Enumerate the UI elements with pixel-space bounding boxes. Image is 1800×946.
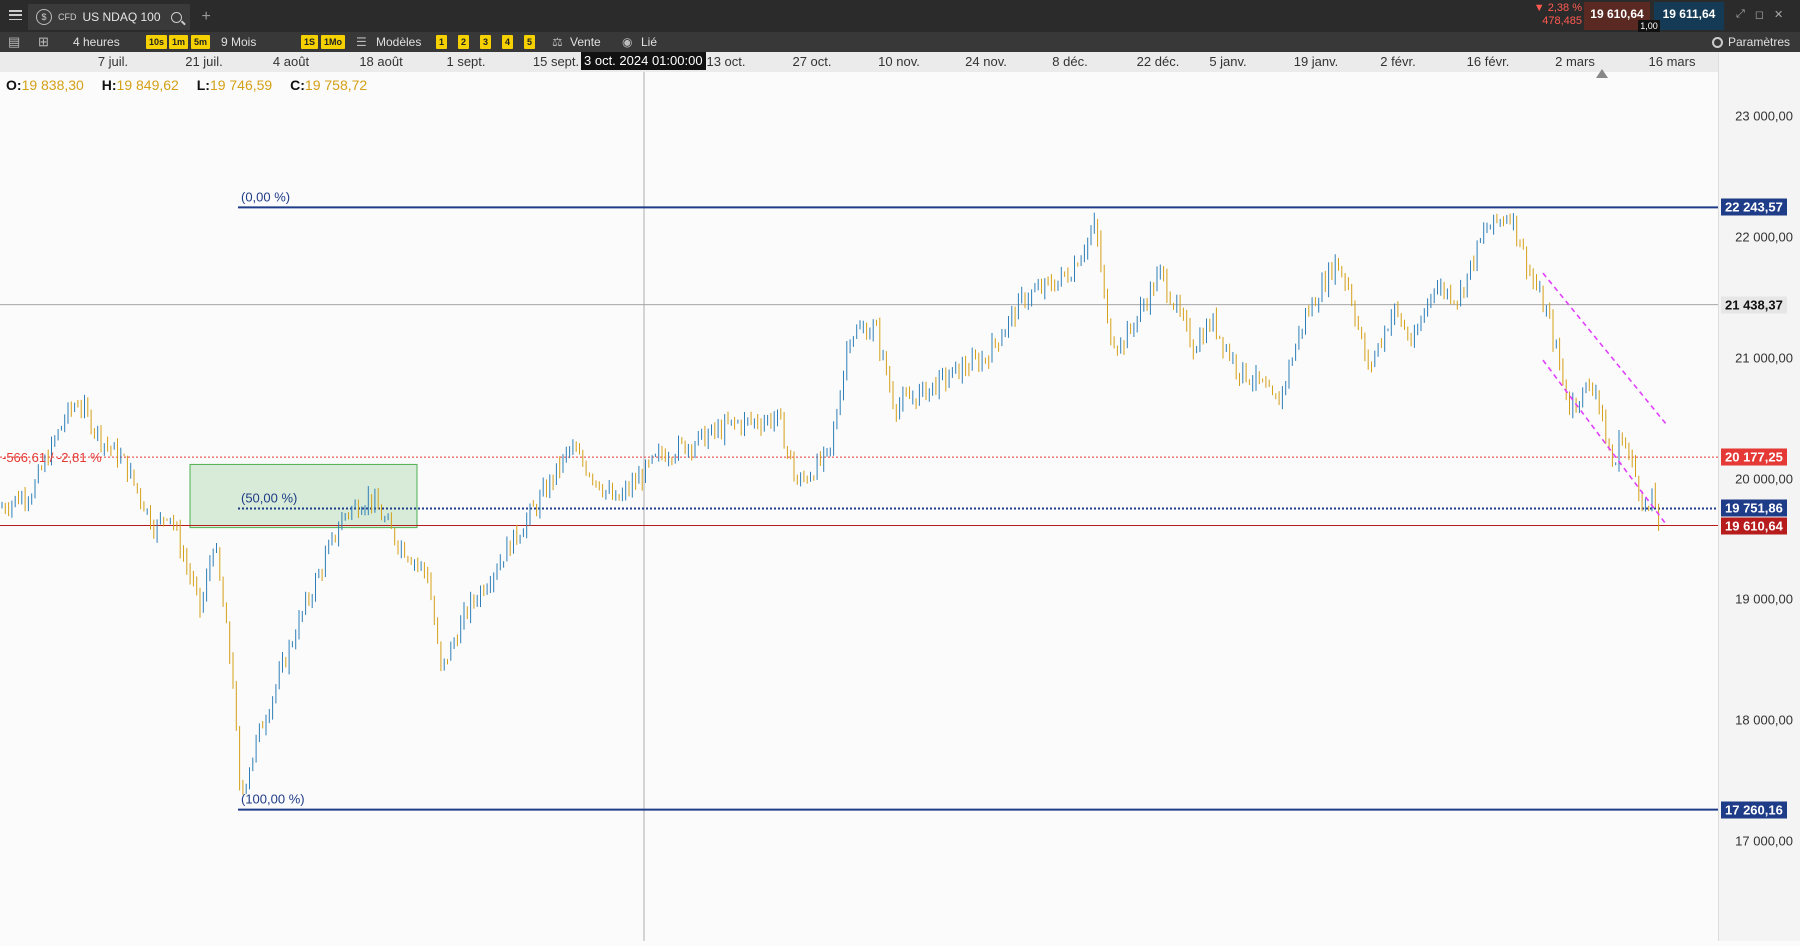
instrument-tab[interactable]: $ CFD US NDAQ 100 [28, 4, 190, 30]
date-tick-label: 2 mars [1555, 54, 1595, 69]
settings-button[interactable]: Paramètres [1712, 32, 1790, 52]
price-tick-label: 22 000,00 [1735, 229, 1793, 245]
price-tick-label: 21 000,00 [1735, 350, 1793, 366]
buy-price-button[interactable]: 19 611,64 [1654, 2, 1724, 30]
interval-5m[interactable]: 5m [191, 35, 211, 49]
layout-3[interactable]: 3 [480, 35, 492, 49]
detach-icon[interactable]: ⤢ [1736, 8, 1745, 21]
sell-mode-button[interactable]: Vente [570, 32, 601, 52]
search-icon[interactable] [170, 11, 182, 23]
layout-1[interactable]: 1 [436, 35, 448, 49]
date-tick-label: 24 nov. [965, 54, 1007, 69]
alert-price-tag: 20 177,25 [1721, 448, 1787, 466]
date-tick-label: 2 févr. [1380, 54, 1416, 69]
date-tick-label: 13 oct. [706, 54, 746, 69]
window-controls: ⤢ ◻ ✕ [1736, 8, 1783, 21]
linked-button[interactable]: Lié [641, 32, 657, 52]
templates-button[interactable]: Modèles [376, 32, 421, 52]
date-axis[interactable]: 7 juil. 21 juil. 4 août 18 août 1 sept. 15 se… [0, 52, 1718, 72]
date-tick-label: 16 févr. [1466, 54, 1510, 69]
range-1s[interactable]: 1S [301, 35, 319, 49]
date-tick-label: 27 oct. [792, 54, 832, 69]
price-tick-label: 20 000,00 [1735, 471, 1793, 486]
instrument-name: US NDAQ 100 [82, 10, 161, 24]
fib-label-50: (50,00 %) [241, 490, 297, 505]
channel-line-1 [1542, 272, 1667, 425]
interval-10s[interactable]: 10s [146, 35, 168, 49]
panel-icon[interactable]: ▤ [8, 32, 20, 52]
maximize-icon[interactable]: ◻ [1755, 8, 1764, 21]
layout-icon[interactable]: ⊞ [38, 32, 49, 52]
cfd-badge: CFD [58, 12, 77, 22]
date-tick-label: 10 nov. [878, 54, 920, 69]
menu-icon[interactable] [9, 10, 22, 20]
range-select[interactable]: 9 Mois [221, 32, 256, 52]
price-axis[interactable]: 23 000,00 22 000,00 21 000,00 20 000,00 19 0… [1718, 52, 1800, 941]
layout-2[interactable]: 2 [458, 35, 470, 49]
fib-high-tag: 22 243,57 [1721, 198, 1787, 216]
date-tick-label: 1 sept. [446, 54, 486, 69]
price-tick-label: 23 000,00 [1735, 108, 1793, 124]
date-tick-label: 8 déc. [1052, 54, 1088, 69]
crosshair-price-tag: 21 438,37 [1721, 296, 1787, 314]
change-pct: ▼ 2,38 % [1533, 2, 1582, 14]
dollar-circle-icon: $ [36, 9, 52, 25]
change-box: ▼ 2,38 % 478,485 [1520, 2, 1582, 30]
chart-toolbar: ▤ ⊞ 4 heures 10s 1m 5m 9 Mois 1S 1Mo ☰ M… [0, 32, 1800, 52]
channel-line-2 [1542, 359, 1667, 525]
settings-label: Paramètres [1728, 35, 1791, 49]
price-tick-label: 17 000,00 [1735, 833, 1793, 849]
close-icon[interactable]: ✕ [1774, 8, 1783, 21]
change-abs: 478,485 [1542, 15, 1582, 27]
gear-icon [1712, 37, 1723, 48]
interval-1m[interactable]: 1m [169, 35, 189, 49]
templates-icon: ☰ [356, 35, 367, 49]
layout-4[interactable]: 4 [502, 35, 514, 49]
price-tick-label: 19 000,00 [1735, 591, 1793, 607]
target-zone-rect [189, 463, 418, 529]
date-tick-label: 15 sept. [532, 54, 580, 69]
title-bar: $ CFD US NDAQ 100 + ▼ 2,38 % 478,485 19 … [0, 0, 1800, 32]
chart-area[interactable]: (0,00 %) (50,00 %) (100,00 %) -566,61 / -2,… [0, 72, 1718, 941]
date-tick-label: 21 juil. [185, 54, 223, 69]
spread-badge: 1,00 [1638, 20, 1660, 32]
crosshair-date-label: 3 oct. 2024 01:00:00 [581, 52, 706, 70]
fib-mid-tag: 19 751,86 [1721, 499, 1787, 517]
layout-5[interactable]: 5 [524, 35, 536, 49]
fib-label-100: (100,00 %) [241, 792, 305, 807]
date-tick-label: 7 juil. [97, 54, 129, 69]
date-tick-label: 16 mars [1648, 54, 1696, 69]
timeframe-select[interactable]: 4 heures [73, 32, 120, 52]
fib-label-0: (0,00 %) [241, 189, 290, 204]
price-chart[interactable]: (0,00 %) (50,00 %) (100,00 %) -566,61 / -2,… [0, 72, 1718, 941]
add-tab-icon[interactable]: + [202, 8, 211, 26]
alert-diff-label: -566,61 / -2,81 % [2, 450, 102, 465]
fib-low-tag: 17 260,16 [1721, 801, 1787, 819]
last-price-tag: 19 610,64 [1721, 517, 1787, 535]
range-1mo[interactable]: 1Mo [321, 35, 345, 49]
date-tick-label: 22 déc. [1136, 54, 1180, 69]
price-tick-label: 18 000,00 [1735, 712, 1793, 728]
date-tick-label: 19 janv. [1293, 54, 1339, 69]
sell-icon: ⚖ [552, 35, 563, 49]
date-tick-label: 18 août [359, 54, 403, 69]
date-tick-label: 4 août [272, 54, 310, 69]
eye-icon: ◉ [622, 35, 633, 49]
date-tick-label: 5 janv. [1209, 54, 1247, 69]
